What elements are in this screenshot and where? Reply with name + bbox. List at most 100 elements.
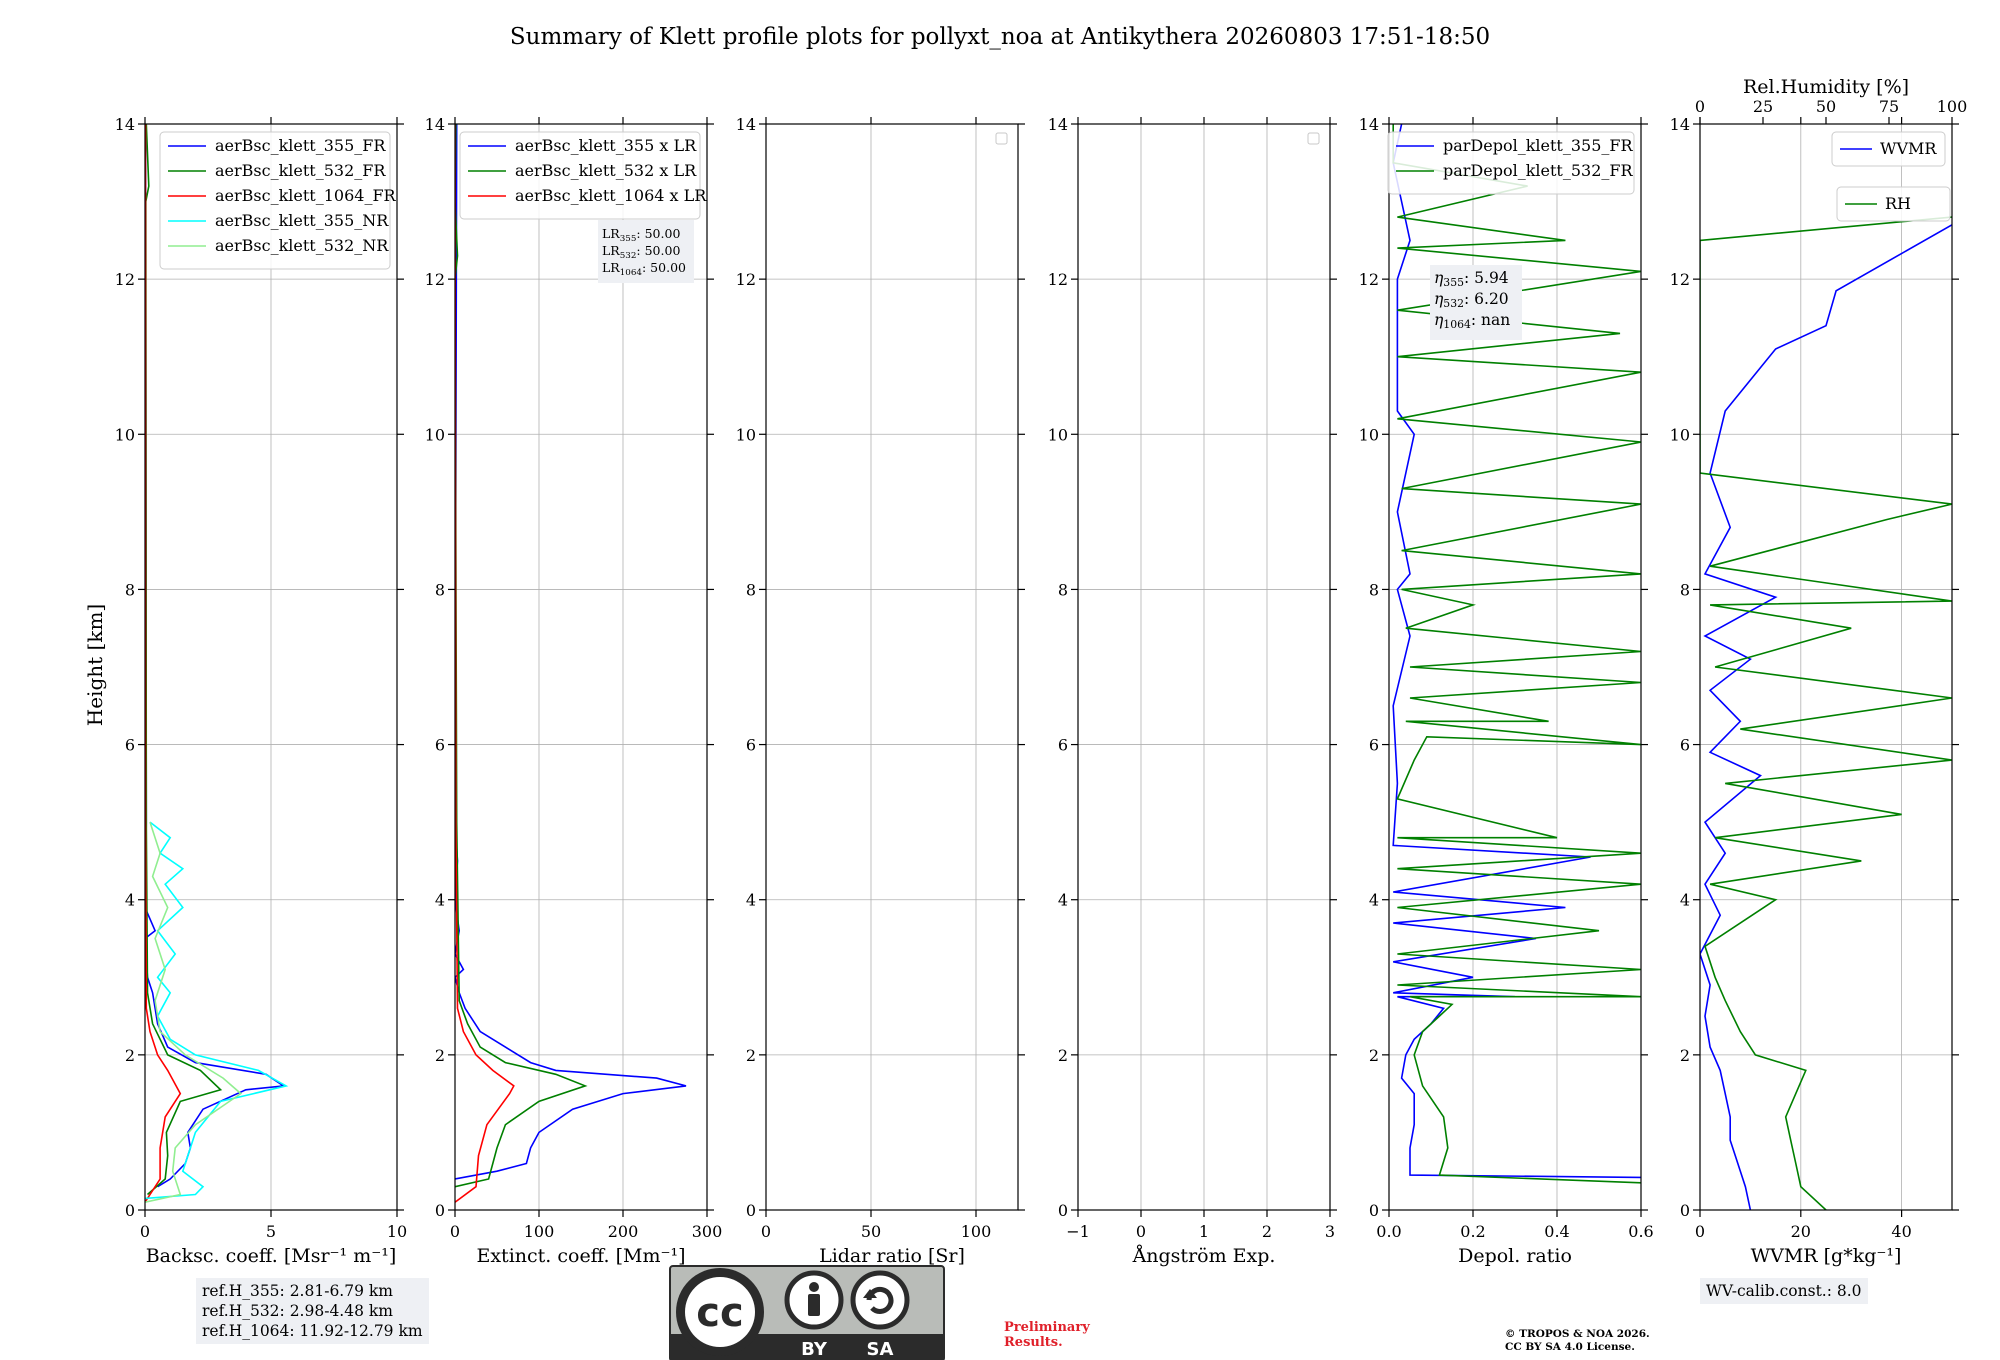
x-tick-label: 3: [1325, 1222, 1335, 1241]
legend-label: aerBsc_klett_355_FR: [215, 136, 386, 155]
y-tick-label: 6: [1680, 736, 1690, 755]
y-tick-label: 10: [425, 425, 445, 444]
x-axis-label: Extinct. coeff. [Mm⁻¹]: [476, 1245, 685, 1267]
wv-calibration-box: WV-calib.const.: 8.0: [1700, 1278, 1868, 1304]
ref-height-355: ref.H_355: 2.81-6.79 km: [202, 1282, 393, 1300]
y-tick-label: 8: [125, 580, 135, 599]
x-tick-label: 2: [1262, 1222, 1272, 1241]
y-tick-label: 4: [1369, 891, 1379, 910]
y-tick-label: 2: [1680, 1046, 1690, 1065]
x-tick-label: 0: [761, 1222, 771, 1241]
series-line-aerbsc-klett-355-fr: [145, 124, 286, 1188]
legend-label: aerBsc_klett_355_NR: [215, 211, 389, 230]
ref-height-1064: ref.H_1064: 11.92-12.79 km: [202, 1322, 423, 1340]
legend-label: aerBsc_klett_1064_FR: [215, 186, 397, 205]
annotation-subscript: 1064: [1443, 318, 1471, 331]
panel-1: 0 2 4 6 8 10 12 14 0 5 10 Backsc. coeff. [Msr⁻¹ m⁻¹…: [115, 115, 408, 1267]
y-tick-label: 8: [1680, 580, 1690, 599]
legend-label: aerBsc_klett_532_FR: [215, 161, 386, 180]
y-tick-label: 6: [125, 736, 135, 755]
x-tick-label: 100: [524, 1222, 555, 1241]
preliminary-results-note: Preliminary Results.: [1004, 1320, 1090, 1350]
series-line-rh: [1700, 216, 1952, 1210]
share-alike-icon: [850, 1270, 910, 1330]
annotation-value: : nan: [1471, 311, 1510, 329]
annotation-subscript: 1064: [620, 268, 643, 278]
y-tick-label: 6: [746, 736, 756, 755]
axes-frame: [1699, 123, 1953, 1211]
panel-6: 0 2 4 6 8 10 12 14 0 20 40 WVMR [g*kg⁻¹] 0 25 50 75 100 R…: [1670, 76, 1968, 1267]
y-tick-label: 10: [1670, 425, 1690, 444]
y-tick-label: 8: [746, 580, 756, 599]
y-tick-label: 12: [425, 270, 445, 289]
y-tick-label: 4: [1680, 891, 1690, 910]
y-tick-label: 0: [1058, 1201, 1068, 1220]
person-body: [808, 1294, 820, 1316]
empty-legend-box: [995, 132, 1008, 145]
annotation-value: : 6.20: [1464, 290, 1509, 308]
annotation-value: : 50.00: [642, 260, 686, 275]
x-tick-label: 40: [1891, 1222, 1911, 1241]
preliminary-line-2: Results.: [1004, 1335, 1063, 1350]
y-tick-label: 2: [435, 1046, 445, 1065]
y-tick-label: 12: [736, 270, 756, 289]
x-tick-label: 0.0: [1376, 1222, 1401, 1241]
top-axis-tick-label: 25: [1753, 97, 1773, 116]
y-tick-label: 0: [1680, 1201, 1690, 1220]
x-axis-label: Ångström Exp.: [1132, 1245, 1276, 1267]
y-tick-label: 0: [1369, 1201, 1379, 1220]
x-tick-label: 0.2: [1460, 1222, 1485, 1241]
annotation-value: : 5.94: [1464, 269, 1509, 287]
preliminary-line-1: Preliminary: [1004, 1320, 1090, 1335]
legend-wvmr-label: WVMR: [1880, 139, 1937, 158]
cc-by-sa-badge: cc BY SA: [669, 1265, 945, 1360]
x-tick-label: 1: [1199, 1222, 1209, 1241]
klett-profile-summary-figure: Summary of Klett profile plots for polly…: [83, 24, 1968, 1360]
legend-label: parDepol_klett_532_FR: [1443, 161, 1634, 180]
reference-heights-box: ref.H_355: 2.81-6.79 km ref.H_532: 2.98-…: [196, 1278, 429, 1344]
y-tick-label: 10: [736, 425, 756, 444]
annotation-symbol: LR: [602, 226, 620, 241]
x-tick-label: −1: [1066, 1222, 1090, 1241]
y-tick-label: 2: [125, 1046, 135, 1065]
annotation-value: : 50.00: [636, 243, 680, 258]
x-tick-label: 0: [140, 1222, 150, 1241]
y-tick-label: 14: [1048, 115, 1068, 134]
y-axis-label: Height [km]: [83, 604, 107, 726]
x-tick-label: 0.6: [1628, 1222, 1653, 1241]
panels-group: 024681012140 5 10Backsc. coeff. [Msr⁻¹ m⁻¹…: [115, 76, 1968, 1267]
y-tick-label: 14: [1670, 115, 1690, 134]
y-tick-label: 10: [1359, 425, 1379, 444]
y-tick-label: 2: [746, 1046, 756, 1065]
y-tick-label: 4: [435, 891, 445, 910]
figure-title: Summary of Klett profile plots for polly…: [510, 24, 1490, 50]
x-tick-label: 0: [450, 1222, 460, 1241]
panel-4: 02468101214−1 0 1 2 3Ångström Exp.: [1048, 115, 1337, 1267]
top-axis-tick-label: 50: [1816, 97, 1836, 116]
axes-frame: [454, 123, 708, 1211]
y-tick-label: 0: [125, 1201, 135, 1220]
x-axis-label: Depol. ratio: [1458, 1245, 1572, 1267]
x-axis-label: Backsc. coeff. [Msr⁻¹ m⁻¹]: [146, 1245, 397, 1267]
ref-height-532: ref.H_532: 2.98-4.48 km: [202, 1302, 393, 1320]
person-head: [809, 1282, 819, 1292]
y-tick-label: 14: [736, 115, 756, 134]
legend-rh-label: RH: [1885, 194, 1911, 213]
y-tick-label: 4: [746, 891, 756, 910]
x-axis-label: Lidar ratio [Sr]: [819, 1245, 965, 1267]
y-tick-label: 10: [115, 425, 135, 444]
x-tick-label: 0.4: [1544, 1222, 1569, 1241]
y-tick-label: 8: [1058, 580, 1068, 599]
series-line-aerbsc-klett-532-x-lr: [455, 124, 588, 1188]
legend-label: aerBsc_klett_1064 x LR: [515, 186, 707, 205]
x-axis-label: WVMR [g*kg⁻¹]: [1751, 1245, 1902, 1267]
y-tick-label: 0: [746, 1201, 756, 1220]
y-tick-label: 4: [125, 891, 135, 910]
top-axis-tick-label: 100: [1937, 97, 1968, 116]
badge-by-label: BY: [801, 1339, 828, 1360]
y-tick-label: 12: [1359, 270, 1379, 289]
annotation-subscript: 532: [620, 251, 637, 261]
legend-label: aerBsc_klett_532_NR: [215, 236, 389, 255]
y-tick-label: 14: [1359, 115, 1379, 134]
x-tick-label: 0: [1695, 1222, 1705, 1241]
